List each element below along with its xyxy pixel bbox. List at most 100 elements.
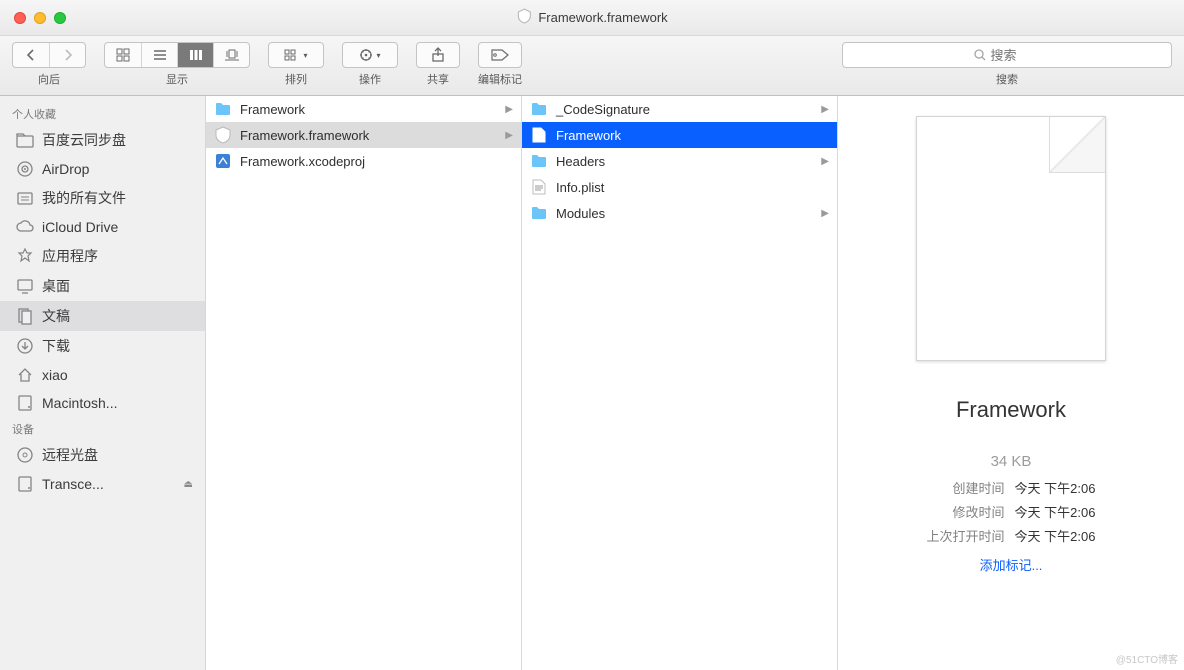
watermark: @51CTO博客 [1116,651,1178,666]
action-group: ▾ 操作 [342,42,398,87]
preview-filesize: 34 KB [991,453,1032,470]
file-label: Modules [556,206,605,221]
sidebar-item[interactable]: 百度云同步盘 [0,125,205,155]
back-button[interactable] [13,43,49,67]
sidebar-item[interactable]: 桌面 [0,271,205,301]
folder-icon [530,152,548,170]
action-button[interactable]: ▾ [342,42,398,68]
file-label: Framework [240,102,305,117]
preview-filename: Framework [956,397,1066,423]
window-title-text: Framework.framework [538,10,667,25]
maximize-window-button[interactable] [54,12,66,24]
search-input[interactable] [991,48,1041,63]
close-window-button[interactable] [14,12,26,24]
window-title: Framework.framework [516,8,667,27]
sidebar-item-label: 我的所有文件 [42,188,126,208]
view-label: 显示 [166,71,188,87]
sidebar-item-label: Transce... [42,476,104,492]
column-1: Framework▶Framework.framework▶Framework.… [206,96,522,670]
meta-value: 今天 下午2:06 [1015,502,1096,521]
download-icon [16,337,34,355]
sidebar: 个人收藏百度云同步盘AirDrop我的所有文件iCloud Drive应用程序桌… [0,96,206,670]
file-label: Info.plist [556,180,604,195]
file-row[interactable]: Framework ▶ [206,96,521,122]
sidebar-item[interactable]: iCloud Drive [0,213,205,241]
framework-icon [214,126,232,144]
tags-button[interactable] [478,42,522,68]
file-row[interactable]: Headers ▶ [522,148,837,174]
column-view-button[interactable] [177,43,213,67]
file-row[interactable]: _CodeSignature▶ [522,96,837,122]
nav-seg [12,42,86,68]
sidebar-item[interactable]: xiao [0,361,205,389]
window-controls [14,12,66,24]
icon-view-button[interactable] [105,43,141,67]
file-label: Framework.xcodeproj [240,154,365,169]
meta-value: 今天 下午2:06 [1015,526,1096,545]
nav-group: 向后 [12,42,86,87]
search-field-wrap[interactable] [842,42,1172,68]
desktop-icon [16,277,34,295]
search-group: 搜索 [842,42,1172,87]
share-group: 共享 [416,42,460,87]
minimize-window-button[interactable] [34,12,46,24]
file-row[interactable]: Framework.xcodeproj [206,148,521,174]
file-preview-icon [916,116,1106,361]
meta-key: 修改时间 [927,502,1005,521]
meta-key: 上次打开时间 [927,526,1005,545]
sidebar-item-label: AirDrop [42,161,89,177]
sidebar-item-label: xiao [42,367,68,383]
folder-icon [16,131,34,149]
sidebar-item[interactable]: Transce... ⏏ [0,470,205,498]
sidebar-item[interactable]: 文稿 [0,301,205,331]
sidebar-item[interactable]: Macintosh... [0,389,205,417]
xcode-icon [214,152,232,170]
sidebar-item[interactable]: 我的所有文件 [0,183,205,213]
file-row[interactable]: Info.plist [522,174,837,200]
chevron-right-icon: ▶ [505,104,513,115]
arrange-group: ▾ 排列 [268,42,324,87]
chevron-right-icon: ▶ [821,104,829,115]
titlebar: Framework.framework [0,0,1184,36]
file-row[interactable]: Framework.framework▶ [206,122,521,148]
arrange-button[interactable]: ▾ [268,42,324,68]
column-browser: Framework▶Framework.framework▶Framework.… [206,96,1184,670]
sidebar-item-label: Macintosh... [42,395,117,411]
meta-key: 创建时间 [927,478,1005,497]
search-icon [974,49,986,61]
share-label: 共享 [427,71,449,87]
sidebar-item-label: 桌面 [42,276,70,296]
docs-icon [16,307,34,325]
chevron-right-icon: ▶ [821,208,829,219]
file-label: Headers [556,154,605,169]
folder-icon [214,100,232,118]
sidebar-item[interactable]: 应用程序 [0,241,205,271]
coverflow-view-button[interactable] [213,43,249,67]
chevron-right-icon: ▶ [505,130,513,141]
folder-icon [530,100,548,118]
eject-icon[interactable]: ⏏ [184,479,193,490]
sidebar-item-label: 百度云同步盘 [42,130,126,150]
share-button[interactable] [416,42,460,68]
forward-button[interactable] [49,43,85,67]
meta-value: 今天 下午2:06 [1015,478,1096,497]
sidebar-item[interactable]: 下载 [0,331,205,361]
hdd-icon [16,475,34,493]
arrange-label: 排列 [285,71,307,87]
nav-label: 向后 [38,71,60,87]
list-view-button[interactable] [141,43,177,67]
sidebar-item[interactable]: AirDrop [0,155,205,183]
framework-icon [516,8,532,27]
apps-icon [16,247,34,265]
exec-icon [530,126,548,144]
tags-group: 编辑标记 [478,42,522,87]
sidebar-section-header: 设备 [0,417,205,440]
sidebar-item[interactable]: 远程光盘 [0,440,205,470]
file-row[interactable]: Modules ▶ [522,200,837,226]
add-tags-link[interactable]: 添加标记... [980,555,1043,574]
chevron-right-icon: ▶ [821,156,829,167]
file-label: Framework [556,128,621,143]
sidebar-item-label: iCloud Drive [42,219,118,235]
file-row[interactable]: Framework [522,122,837,148]
icloud-icon [16,218,34,236]
